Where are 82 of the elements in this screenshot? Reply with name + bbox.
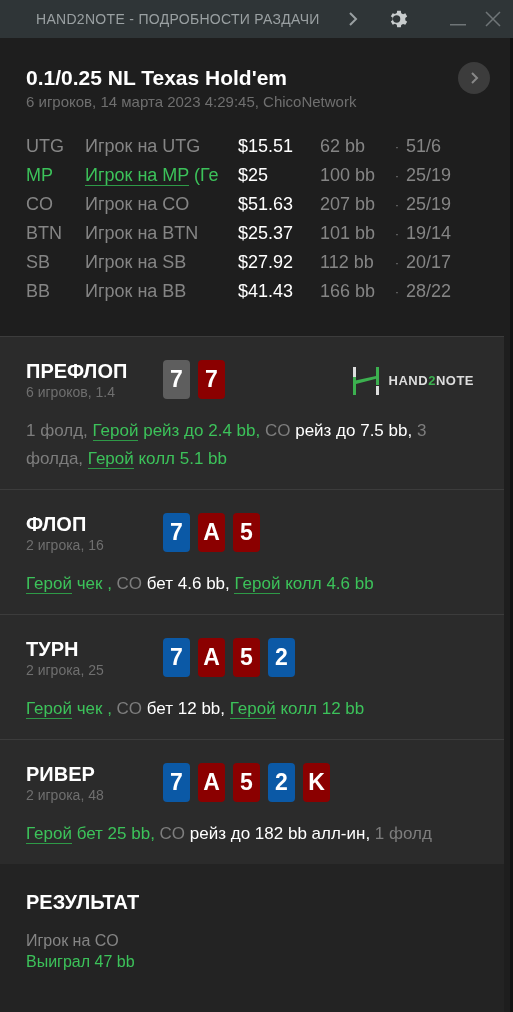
logo-icon — [352, 367, 379, 395]
hand-meta: 6 игроков, 14 марта 2023 4:29:45, ChicoNetwork — [26, 92, 358, 112]
card: 7 — [198, 360, 225, 399]
player-stack: $15.51 — [238, 135, 295, 158]
player-position: MP — [26, 164, 54, 187]
player-position: CO — [26, 193, 54, 216]
street-meta: 2 игрока, 48 — [26, 786, 105, 804]
card: K — [303, 763, 330, 802]
player-stack-bb: 100 bb — [320, 164, 377, 187]
card: 2 — [268, 638, 295, 677]
player-stats: 19/14 — [406, 222, 452, 245]
player-name: Игрок на BB — [85, 280, 188, 303]
minimize-icon[interactable] — [449, 24, 466, 26]
player-stack-bb: 207 bb — [320, 193, 377, 216]
hero-link[interactable]: Герой — [229, 699, 276, 719]
street-title: ФЛОП — [26, 512, 88, 536]
player-name: Игрок на CO — [85, 193, 191, 216]
player-stack: $25.37 — [238, 222, 295, 245]
hero-link[interactable]: Герой — [234, 574, 281, 594]
player-stack-bb: 101 bb — [320, 222, 377, 245]
player-stack: $41.43 — [238, 280, 295, 303]
window-title: HAND2NOTE - ПОДРОБНОСТИ РАЗДАЧИ — [36, 9, 320, 29]
chevron-right-icon[interactable] — [347, 11, 358, 27]
card: 5 — [233, 638, 260, 677]
player-name: Игрок на UTG — [85, 135, 202, 158]
player-name: Игрок на SB — [85, 251, 188, 274]
player-position: BB — [26, 280, 51, 303]
dot-separator: · — [394, 196, 400, 214]
dot-separator: · — [394, 167, 400, 185]
hero-link[interactable]: Герой — [26, 824, 72, 844]
card: A — [198, 763, 225, 802]
player-stats: 28/22 — [406, 280, 452, 303]
result-amount: Выиграл 47 bb — [26, 952, 136, 972]
player-stack-bb: 112 bb — [320, 251, 375, 274]
next-button[interactable] — [458, 62, 490, 94]
dot-separator: · — [394, 138, 400, 156]
player-stats: 51/6 — [406, 135, 442, 158]
player-position: SB — [26, 251, 51, 274]
hero-link[interactable]: Герой — [92, 421, 139, 441]
street-title: РИВЕР — [26, 762, 96, 786]
dot-separator: · — [394, 254, 400, 272]
card: 7 — [163, 360, 190, 399]
player-stack-bb: 62 bb — [320, 135, 367, 158]
street-title: ПРЕФЛОП — [26, 359, 129, 383]
card: 5 — [233, 763, 260, 802]
player-name: Игрок на MP (Ге — [85, 164, 220, 188]
street-title: ТУРН — [26, 637, 80, 661]
player-stats: 25/19 — [406, 164, 452, 187]
card: 7 — [163, 763, 190, 802]
player-stack: $25 — [238, 164, 270, 187]
street-meta: 2 игрока, 16 — [26, 536, 105, 554]
street-meta: 6 игроков, 1.4 — [26, 383, 116, 401]
hero-link[interactable]: Герой — [87, 449, 134, 469]
player-stats: 20/17 — [406, 251, 452, 274]
card: 7 — [163, 513, 190, 552]
player-position: UTG — [26, 135, 65, 158]
player-stack: $27.92 — [238, 251, 295, 274]
hand-title: 0.1/0.25 NL Texas Hold'em — [26, 65, 287, 91]
result-winner: Игрок на CO — [26, 931, 120, 951]
player-stats: 25/19 — [406, 193, 452, 216]
dot-separator: · — [394, 283, 400, 301]
player-name: Игрок на BTN — [85, 222, 200, 245]
card: 5 — [233, 513, 260, 552]
logo-text: HAND2NOTE — [388, 372, 474, 391]
chevron-right-icon — [469, 71, 479, 85]
player-position: BTN — [26, 222, 63, 245]
card: A — [198, 513, 225, 552]
result-title: РЕЗУЛЬТАТ — [26, 890, 141, 914]
hero-link[interactable]: Герой — [26, 574, 72, 594]
action-summary: Герой бет 25 bb, CO рейз до 182 bb алл-ин, 1 фолд — [26, 823, 433, 846]
action-summary: 1 фолд, Герой рейз до 2.4 bb, CO рейз до 7.5 bb, 3 фолда, Герой колл 5.1 bb — [26, 420, 428, 471]
card: 7 — [163, 638, 190, 677]
player-stack: $51.63 — [238, 193, 295, 216]
action-summary: Герой чек , CO бет 4.6 bb, Герой колл 4.6 bb — [26, 573, 375, 596]
action-summary: Герой чек , CO бет 12 bb, Герой колл 12 bb — [26, 698, 366, 721]
street-meta: 2 игрока, 25 — [26, 661, 105, 679]
close-icon[interactable] — [484, 11, 501, 27]
dot-separator: · — [394, 225, 400, 243]
card: 2 — [268, 763, 295, 802]
card: A — [198, 638, 225, 677]
hero-link[interactable]: Герой — [26, 699, 72, 719]
player-stack-bb: 166 bb — [320, 280, 377, 303]
